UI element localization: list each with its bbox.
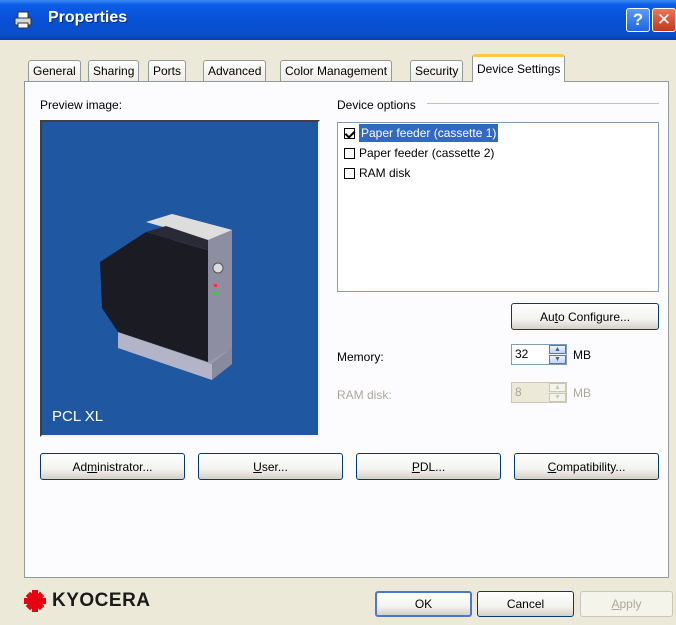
device-options-list[interactable]: Paper feeder (cassette 1) Paper feeder (… [337,122,659,292]
list-item[interactable]: Paper feeder (cassette 1) [344,123,500,143]
button-label-accel: m [87,459,98,474]
spin-up-icon[interactable]: ▲ [549,345,566,354]
brand-logo: KYOCERA [24,590,151,612]
option-label: Paper feeder (cassette 1) [357,123,500,143]
title-bar[interactable]: Properties ? ✕ [0,0,676,40]
ram-disk-label: RAM disk: [337,388,392,402]
checkbox[interactable] [344,147,355,159]
button-label-post: o Configure... [557,309,631,324]
ram-disk-value: 8 [515,385,522,399]
button-label-post: DL... [419,459,446,474]
memory-stepper[interactable]: 32 ▲ ▼ [511,344,567,365]
button-label-pre: Au [539,309,555,324]
tab-sharing[interactable]: Sharing [88,60,140,82]
button-label-accel: U [253,459,262,474]
memory-unit: MB [573,348,591,362]
spin-down-icon[interactable]: ▼ [549,393,566,402]
spin-up-icon[interactable]: ▲ [549,383,566,392]
group-divider [427,103,659,104]
button-label-post: inistrator... [97,459,153,474]
ok-button[interactable]: OK [375,591,472,617]
compatibility-button[interactable]: Compatibility... [514,453,659,480]
option-label: Paper feeder (cassette 2) [359,146,495,160]
ram-disk-stepper[interactable]: 8 ▲ ▼ [511,382,567,403]
apply-button[interactable]: Apply [580,591,673,617]
checkbox[interactable] [344,127,355,139]
tab-advanced[interactable]: Advanced [203,60,267,82]
option-label: RAM disk [359,166,411,180]
close-button[interactable]: ✕ [652,8,676,32]
preview-caption: PCL XL [52,408,104,425]
button-label-post: ser... [261,459,288,474]
tab-device-settings[interactable]: Device Settings [472,54,566,82]
device-options-label: Device options [337,98,416,112]
administrator-button[interactable]: Administrator... [40,453,185,480]
memory-value: 32 [515,347,529,361]
auto-configure-button[interactable]: Auto Configure... [511,303,659,330]
button-label-post: ompatibility... [556,459,626,474]
button-label-accel: P [411,459,420,474]
button-label-accel: A [611,597,620,611]
button-label-post: pply [619,597,642,611]
cancel-button[interactable]: Cancel [477,591,574,617]
tab-panel: Preview image: PCL XL Device options Pap… [24,81,669,578]
printer-icon [14,11,32,29]
user-button[interactable]: User... [198,453,343,480]
window-title: Properties [48,9,128,26]
tab-general[interactable]: General [28,60,81,82]
list-item[interactable]: Paper feeder (cassette 2) [344,144,494,162]
tab-color-management[interactable]: Color Management [280,60,393,82]
printer-illustration [100,214,232,380]
button-label-accel: C [547,459,557,474]
tab-security[interactable]: Security [410,60,464,82]
ram-disk-unit: MB [573,386,591,400]
list-item[interactable]: RAM disk [344,164,410,182]
help-button[interactable]: ? [626,8,650,32]
checkbox[interactable] [344,167,355,179]
button-label-pre: Ad [72,459,88,474]
kyocera-logo-icon [24,590,46,612]
memory-label: Memory: [337,350,384,364]
pdl-button[interactable]: PDL... [356,453,501,480]
preview-image: PCL XL [40,120,320,437]
spin-down-icon[interactable]: ▼ [549,355,566,364]
preview-label: Preview image: [40,98,123,112]
brand-name: KYOCERA [52,590,151,611]
tab-ports[interactable]: Ports [148,60,187,82]
